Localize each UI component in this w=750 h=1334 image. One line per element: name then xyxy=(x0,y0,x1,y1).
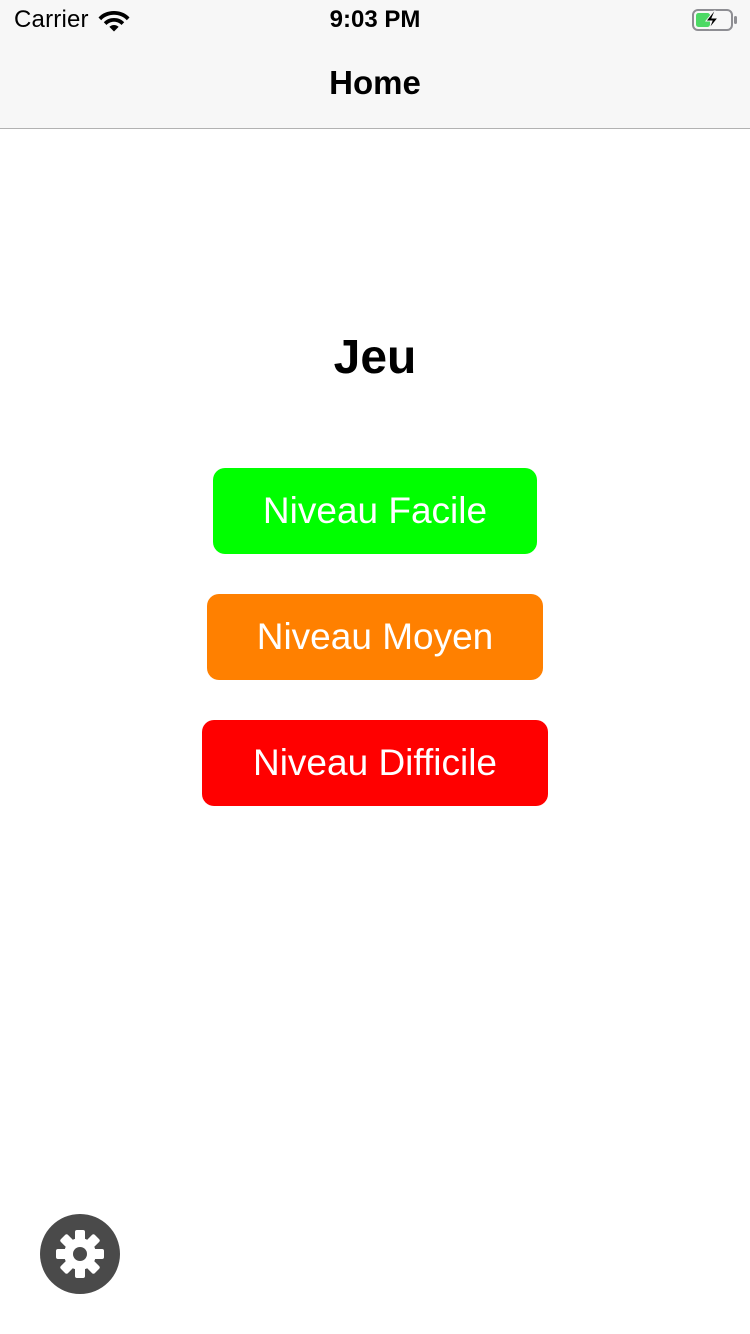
nav-title: Home xyxy=(329,64,421,101)
settings-button[interactable] xyxy=(40,1214,120,1294)
medium-level-button[interactable]: Niveau Moyen xyxy=(207,594,543,680)
easy-level-button[interactable]: Niveau Facile xyxy=(213,468,537,554)
navigation-bar: Home xyxy=(0,40,750,129)
gear-icon xyxy=(56,1230,104,1278)
app-screen: Carrier 9:03 PM Home Jeu Niveau Facile N… xyxy=(0,0,750,1334)
page-title: Jeu xyxy=(333,331,417,384)
status-time: 9:03 PM xyxy=(329,6,421,33)
battery-charging-icon xyxy=(692,9,737,31)
status-bar: Carrier 9:03 PM xyxy=(0,0,750,40)
hard-level-button[interactable]: Niveau Difficile xyxy=(202,720,548,806)
